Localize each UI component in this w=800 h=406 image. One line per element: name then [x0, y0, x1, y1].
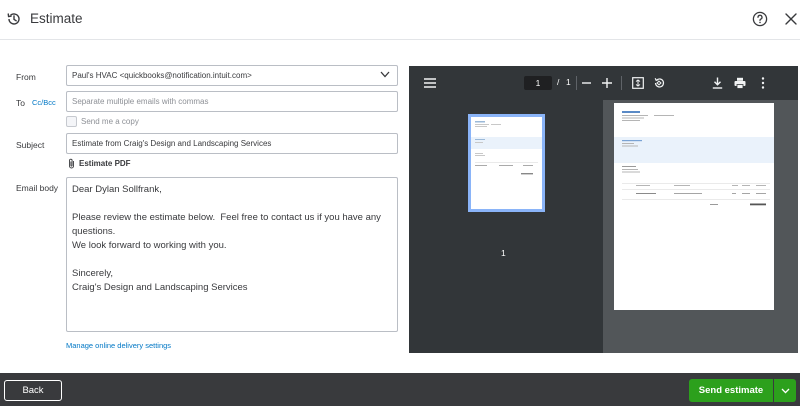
cc-bcc-link[interactable]: Cc/Bcc	[32, 98, 56, 107]
dialog-header: Estimate	[0, 0, 800, 40]
from-select[interactable]: Paul's HVAC <quickbooks@notification.int…	[66, 65, 398, 86]
to-placeholder: Separate multiple emails with commas	[72, 97, 209, 106]
send-options-dropdown[interactable]	[774, 379, 796, 402]
thumbnail-page-number: 1	[501, 248, 506, 258]
page-separator: /	[557, 77, 560, 87]
help-icon[interactable]	[752, 11, 768, 27]
back-button[interactable]: Back	[4, 380, 62, 401]
dialog-title: Estimate	[30, 11, 83, 26]
send-estimate-button[interactable]: Send estimate	[689, 379, 773, 402]
zoom-in-icon[interactable]	[602, 78, 612, 88]
page-total: 1	[566, 77, 571, 87]
toolbar-divider	[621, 76, 622, 90]
subject-label: Subject	[16, 140, 45, 150]
subject-input[interactable]: Estimate from Craig's Design and Landsca…	[66, 133, 398, 154]
subject-value: Estimate from Craig's Design and Landsca…	[72, 139, 272, 148]
send-me-copy-label: Send me a copy	[81, 117, 139, 126]
paperclip-icon	[69, 158, 74, 169]
toolbar-divider	[576, 76, 577, 90]
download-icon[interactable]	[712, 77, 723, 89]
send-me-copy-checkbox[interactable]	[66, 116, 77, 127]
chevron-down-icon[interactable]	[380, 71, 390, 78]
more-options-icon[interactable]	[761, 77, 765, 89]
history-icon[interactable]	[6, 11, 22, 27]
estimate-document-preview	[614, 111, 774, 206]
email-body-textarea[interactable]: Dear Dylan Sollfrank, Please review the …	[66, 177, 398, 332]
to-label: To	[16, 98, 25, 108]
rotate-icon[interactable]	[653, 77, 665, 89]
close-icon[interactable]	[784, 12, 798, 26]
from-value: Paul's HVAC <quickbooks@notification.int…	[72, 71, 252, 80]
to-input[interactable]: Separate multiple emails with commas	[66, 91, 398, 112]
menu-icon[interactable]	[424, 78, 436, 88]
chevron-down-icon	[781, 388, 789, 394]
page-number-input[interactable]: 1	[524, 76, 552, 90]
fit-page-icon[interactable]	[632, 77, 644, 89]
thumbnail-sidebar: 1	[409, 100, 603, 353]
pdf-toolbar: 1 / 1	[409, 66, 798, 100]
thumbnail-preview	[471, 121, 542, 175]
dialog-footer: Back Send estimate	[0, 373, 800, 406]
from-label: From	[16, 72, 36, 82]
pdf-page	[614, 103, 774, 310]
pdf-viewer: 1 / 1 1	[409, 66, 798, 353]
manage-delivery-settings-link[interactable]: Manage online delivery settings	[66, 341, 171, 350]
email-body-label: Email body	[16, 183, 59, 193]
email-body-text: Dear Dylan Sollfrank, Please review the …	[72, 184, 381, 293]
page-thumbnail[interactable]	[468, 114, 545, 212]
zoom-out-icon[interactable]	[582, 82, 591, 84]
print-icon[interactable]	[734, 77, 746, 89]
attachment-link[interactable]: Estimate PDF	[79, 159, 131, 168]
